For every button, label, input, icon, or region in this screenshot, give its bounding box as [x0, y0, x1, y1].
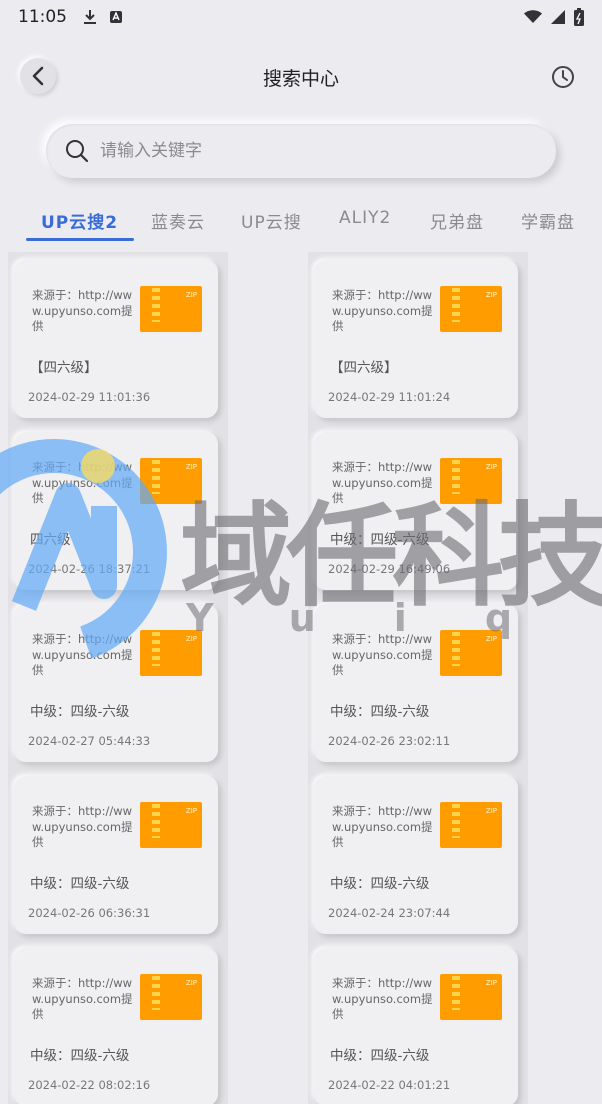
result-card[interactable]: 来源于：http://www.upyunso.com提供 ZIP 中级：四级-六… [14, 604, 218, 762]
signal-icon [551, 10, 565, 24]
page-title: 搜索中心 [262, 68, 339, 90]
zip-archive-icon: ZIP [440, 802, 502, 848]
zip-archive-icon: ZIP [440, 974, 502, 1020]
card-date: 2024-02-24 23:07:44 [328, 906, 451, 920]
result-card[interactable]: 来源于：http://www.upyunso.com提供 ZIP 【四六级】 2… [14, 260, 218, 418]
status-system-icons [524, 8, 584, 26]
tab-upyunso2[interactable]: UP云搜2 [41, 208, 118, 233]
result-card[interactable]: 来源于：http://www.upyunso.com提供 ZIP 中级：四级-六… [314, 948, 518, 1104]
card-date: 2024-02-27 05:44:33 [28, 734, 151, 748]
search-box[interactable] [46, 124, 556, 178]
result-card[interactable]: 来源于：http://www.upyunso.com提供 ZIP 中级：四级-六… [14, 948, 218, 1104]
card-date: 2024-02-26 18:37:21 [28, 562, 151, 576]
status-bar: 11:05 [0, 0, 602, 34]
tab-aliy2[interactable]: ALIY2 [339, 208, 391, 228]
wifi-icon [524, 10, 542, 23]
card-title: 中级：四级-六级 [30, 876, 130, 892]
card-date: 2024-02-26 23:02:11 [328, 734, 451, 748]
tab-xiongdipan[interactable]: 兄弟盘 [430, 208, 484, 233]
history-button[interactable] [550, 64, 576, 90]
card-source: 来源于：http://www.upyunso.com提供 [332, 460, 433, 505]
card-source: 来源于：http://www.upyunso.com提供 [32, 460, 133, 505]
card-source: 来源于：http://www.upyunso.com提供 [32, 288, 133, 333]
card-date: 2024-02-29 11:01:24 [328, 390, 451, 404]
card-date: 2024-02-26 06:36:31 [28, 906, 151, 920]
status-time: 11:05 [18, 7, 67, 27]
card-source: 来源于：http://www.upyunso.com提供 [32, 804, 133, 849]
card-title: 【四六级】 [30, 360, 98, 376]
zip-archive-icon: ZIP [140, 974, 202, 1020]
card-source: 来源于：http://www.upyunso.com提供 [332, 976, 433, 1021]
app-notification-icon [110, 11, 122, 23]
card-title: 四六级 [30, 532, 71, 548]
result-card[interactable]: 来源于：http://www.upyunso.com提供 ZIP 中级：四级-六… [314, 776, 518, 934]
card-title: 中级：四级-六级 [330, 876, 430, 892]
card-date: 2024-02-22 04:01:21 [328, 1078, 451, 1092]
zip-archive-icon: ZIP [140, 458, 202, 504]
card-date: 2024-02-29 16:49:06 [328, 562, 451, 576]
card-date: 2024-02-22 08:02:16 [28, 1078, 151, 1092]
card-title: 中级：四级-六级 [330, 532, 430, 548]
result-card[interactable]: 来源于：http://www.upyunso.com提供 ZIP 中级：四级-六… [314, 432, 518, 590]
card-date: 2024-02-29 11:01:36 [28, 390, 151, 404]
card-source: 来源于：http://www.upyunso.com提供 [332, 288, 433, 333]
results-column-right: 来源于：http://www.upyunso.com提供 ZIP 【四六级】 2… [308, 252, 528, 1104]
card-title: 中级：四级-六级 [30, 1048, 130, 1064]
card-title: 中级：四级-六级 [330, 704, 430, 720]
header: 搜索中心 [0, 56, 602, 100]
zip-archive-icon: ZIP [440, 286, 502, 332]
tab-upyunso[interactable]: UP云搜 [241, 208, 302, 233]
card-title: 中级：四级-六级 [30, 704, 130, 720]
status-notifications [83, 9, 123, 25]
card-source: 来源于：http://www.upyunso.com提供 [332, 804, 433, 849]
zip-archive-icon: ZIP [440, 458, 502, 504]
tab-xuebapan[interactable]: 学霸盘 [521, 208, 575, 233]
card-source: 来源于：http://www.upyunso.com提供 [32, 632, 133, 677]
battery-icon [574, 8, 584, 26]
download-icon [84, 10, 96, 24]
card-source: 来源于：http://www.upyunso.com提供 [32, 976, 133, 1021]
zip-archive-icon: ZIP [140, 286, 202, 332]
active-tab-indicator [26, 238, 134, 241]
result-card[interactable]: 来源于：http://www.upyunso.com提供 ZIP 中级：四级-六… [314, 604, 518, 762]
card-title: 中级：四级-六级 [330, 1048, 430, 1064]
tab-lanzouyun[interactable]: 蓝奏云 [151, 208, 205, 233]
card-title: 【四六级】 [330, 360, 398, 376]
card-source: 来源于：http://www.upyunso.com提供 [332, 632, 433, 677]
result-card[interactable]: 来源于：http://www.upyunso.com提供 ZIP 中级：四级-六… [14, 776, 218, 934]
result-card[interactable]: 来源于：http://www.upyunso.com提供 ZIP 四六级 202… [14, 432, 218, 590]
source-tabs: UP云搜2 蓝奏云 UP云搜 ALIY2 兄弟盘 学霸盘 [0, 200, 602, 244]
zip-archive-icon: ZIP [140, 802, 202, 848]
search-icon [64, 138, 90, 164]
result-card[interactable]: 来源于：http://www.upyunso.com提供 ZIP 【四六级】 2… [314, 260, 518, 418]
zip-archive-icon: ZIP [440, 630, 502, 676]
clock-icon [552, 66, 574, 88]
search-input[interactable] [100, 141, 500, 161]
zip-archive-icon: ZIP [140, 630, 202, 676]
results-column-left: 来源于：http://www.upyunso.com提供 ZIP 【四六级】 2… [8, 252, 228, 1104]
